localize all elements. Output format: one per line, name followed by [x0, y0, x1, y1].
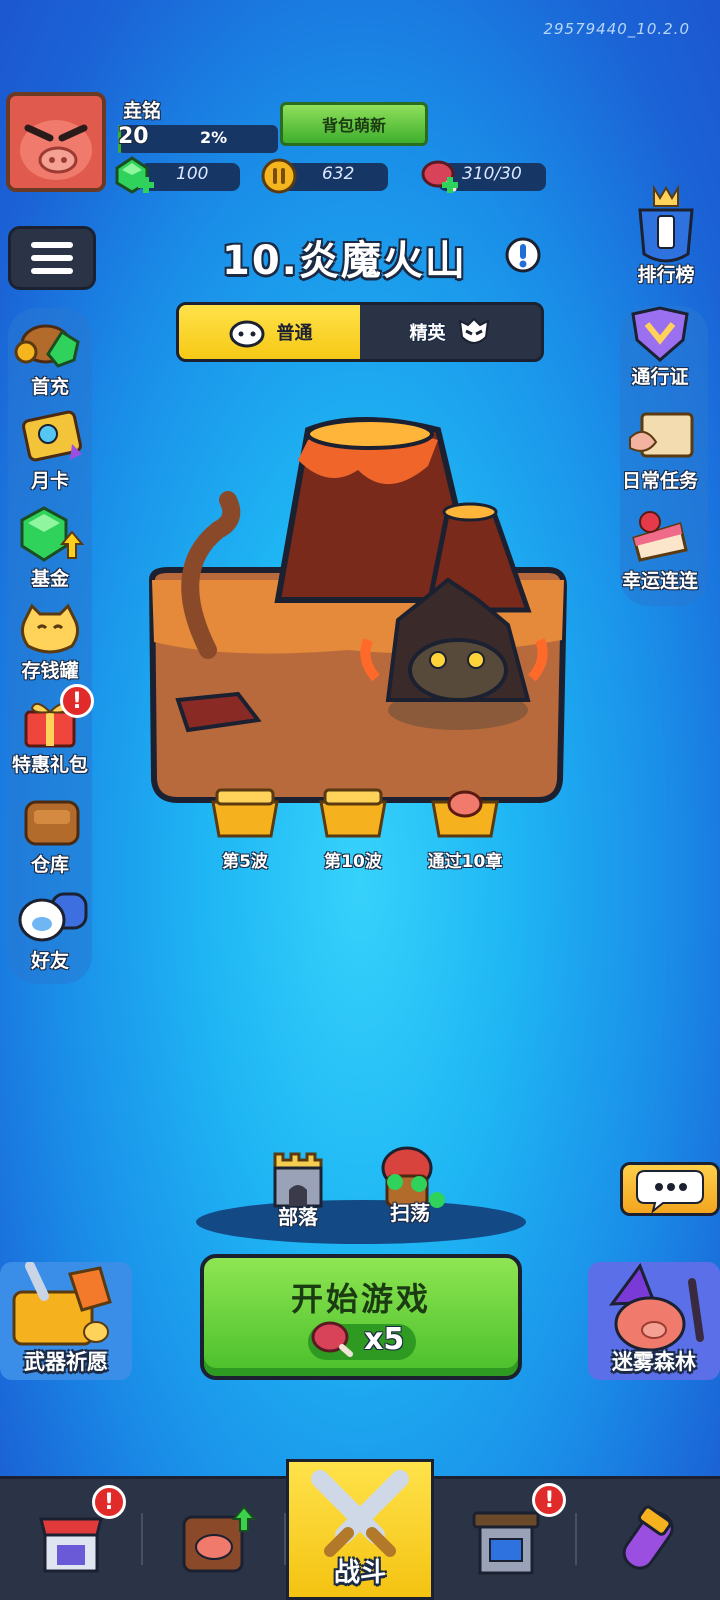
start-game-label: 开始游戏	[290, 1280, 431, 1318]
reward-label: 第5波	[222, 852, 268, 872]
cake-icon	[632, 511, 688, 562]
player-avatar[interactable]	[6, 92, 106, 192]
side-item-label: 存钱罐	[21, 660, 79, 682]
notification-badge: !	[92, 1485, 126, 1519]
misty-forest-label: 迷雾森林	[612, 1350, 696, 1374]
energy-value: 310/30	[462, 164, 522, 184]
side-item-first-charge[interactable]: 首充	[2, 322, 98, 399]
side-item-label: 首充	[30, 376, 69, 398]
backpack-icon	[24, 800, 80, 846]
pig-backpack-icon	[182, 1504, 257, 1572]
coins-value: 632	[322, 164, 355, 184]
friends-icon	[18, 892, 88, 942]
nav-building[interactable]: !	[434, 1479, 578, 1600]
normal-mode-icon	[229, 320, 264, 348]
start-game-button[interactable]: 开始游戏 x5	[200, 1254, 522, 1380]
building-icon	[472, 1511, 540, 1574]
side-item-label: 特惠礼包	[11, 754, 88, 776]
misty-forest-button[interactable]: 迷雾森林	[588, 1262, 720, 1380]
side-item-label: 排行榜	[637, 264, 695, 286]
info-icon[interactable]	[504, 236, 542, 274]
sweep-button[interactable]: 扫荡	[362, 1142, 458, 1226]
chest-icon	[319, 788, 387, 838]
side-item-label: 月卡	[30, 470, 69, 492]
reward-label: 通过10章	[427, 852, 503, 872]
side-item-label: 仓库	[30, 854, 69, 876]
tab-normal[interactable]: 普通	[179, 305, 360, 359]
energy-cost: x5	[364, 1322, 405, 1357]
version-label: 29579440_10.2.0	[543, 20, 690, 38]
fund-gem-icon	[20, 506, 85, 562]
weapon-chest-icon	[12, 1261, 112, 1346]
weapon-wish-button[interactable]: 武器祈愿	[0, 1261, 132, 1380]
reward-chest-wave10[interactable]: 第10波	[298, 786, 408, 872]
nav-battle-label: 战斗	[333, 1558, 386, 1588]
hamburger-icon	[31, 242, 73, 274]
bag-newbie-button[interactable]: 背包萌新	[280, 102, 428, 146]
reward-chest-wave5[interactable]: 第5波	[190, 786, 300, 872]
notification-badge: !	[60, 684, 94, 718]
player-name: 垚铭	[123, 100, 162, 122]
button-platform	[196, 1200, 526, 1244]
gem-chest-icon	[14, 324, 80, 368]
pass-badge-icon	[631, 306, 689, 362]
volcano-stage-scene[interactable]	[148, 410, 568, 810]
side-item-pass[interactable]: 通行证	[606, 306, 714, 389]
difficulty-toggle: 普通 精英	[176, 302, 544, 362]
scroll-icon	[629, 412, 694, 458]
side-item-monthly-card[interactable]: 月卡	[2, 410, 98, 493]
side-item-leaderboard[interactable]: 排行榜	[612, 184, 720, 287]
bottom-navigation: ! 战斗 !	[0, 1459, 720, 1600]
nav-equipment[interactable]	[143, 1479, 286, 1600]
side-item-friends[interactable]: 好友	[2, 890, 98, 973]
monthly-card-icon	[22, 410, 82, 462]
elite-skull-icon	[458, 317, 489, 344]
tab-normal-label: 普通	[276, 323, 313, 344]
side-item-daily-tasks[interactable]: 日常任务	[600, 408, 720, 493]
nav-battle[interactable]: 战斗	[285, 1459, 435, 1600]
trophy-icon	[638, 184, 694, 263]
chat-bubble-icon	[636, 1170, 704, 1214]
side-item-label: 通行证	[631, 366, 689, 388]
side-item-label: 幸运连连	[621, 570, 698, 592]
side-item-piggy-bank[interactable]: 存钱罐	[2, 602, 98, 683]
side-item-label: 好友	[30, 950, 69, 972]
add-energy-icon[interactable]	[440, 175, 460, 195]
side-item-warehouse[interactable]: 仓库	[2, 792, 98, 877]
crossed-swords-icon	[310, 1469, 409, 1557]
nav-shop[interactable]: !	[0, 1479, 143, 1600]
meat-icon	[311, 1321, 353, 1357]
wizard-pig-icon	[608, 1262, 704, 1352]
side-item-lucky-streak[interactable]: 幸运连连	[600, 508, 720, 593]
coin-icon	[261, 158, 297, 194]
notification-badge: !	[532, 1483, 567, 1517]
lucky-cat-icon	[21, 603, 79, 654]
player-level: 20	[118, 124, 149, 149]
weapon-wish-label: 武器祈愿	[24, 1350, 108, 1374]
tab-elite-label: 精英	[409, 323, 446, 344]
tribe-button[interactable]: 部落	[256, 1146, 340, 1230]
stage-title: 10.炎魔火山	[222, 238, 467, 284]
tab-elite[interactable]: 精英	[360, 305, 541, 359]
level-progress-text: 2%	[200, 128, 228, 147]
reward-label: 第10波	[324, 852, 382, 872]
reward-chest-chapter[interactable]: 通过10章	[410, 786, 520, 872]
pig-chest-icon	[431, 790, 499, 838]
nav-potion[interactable]	[577, 1479, 720, 1600]
side-item-label: 基金	[30, 568, 69, 590]
chat-button[interactable]	[620, 1162, 720, 1216]
add-gems-icon[interactable]	[136, 175, 156, 195]
main-menu-button[interactable]	[8, 226, 96, 290]
side-item-label: 日常任务	[621, 470, 698, 492]
chest-icon	[211, 788, 279, 838]
potion-capsule-icon	[622, 1505, 674, 1570]
gems-value: 100	[176, 164, 209, 184]
side-item-fund[interactable]: 基金	[2, 506, 98, 591]
